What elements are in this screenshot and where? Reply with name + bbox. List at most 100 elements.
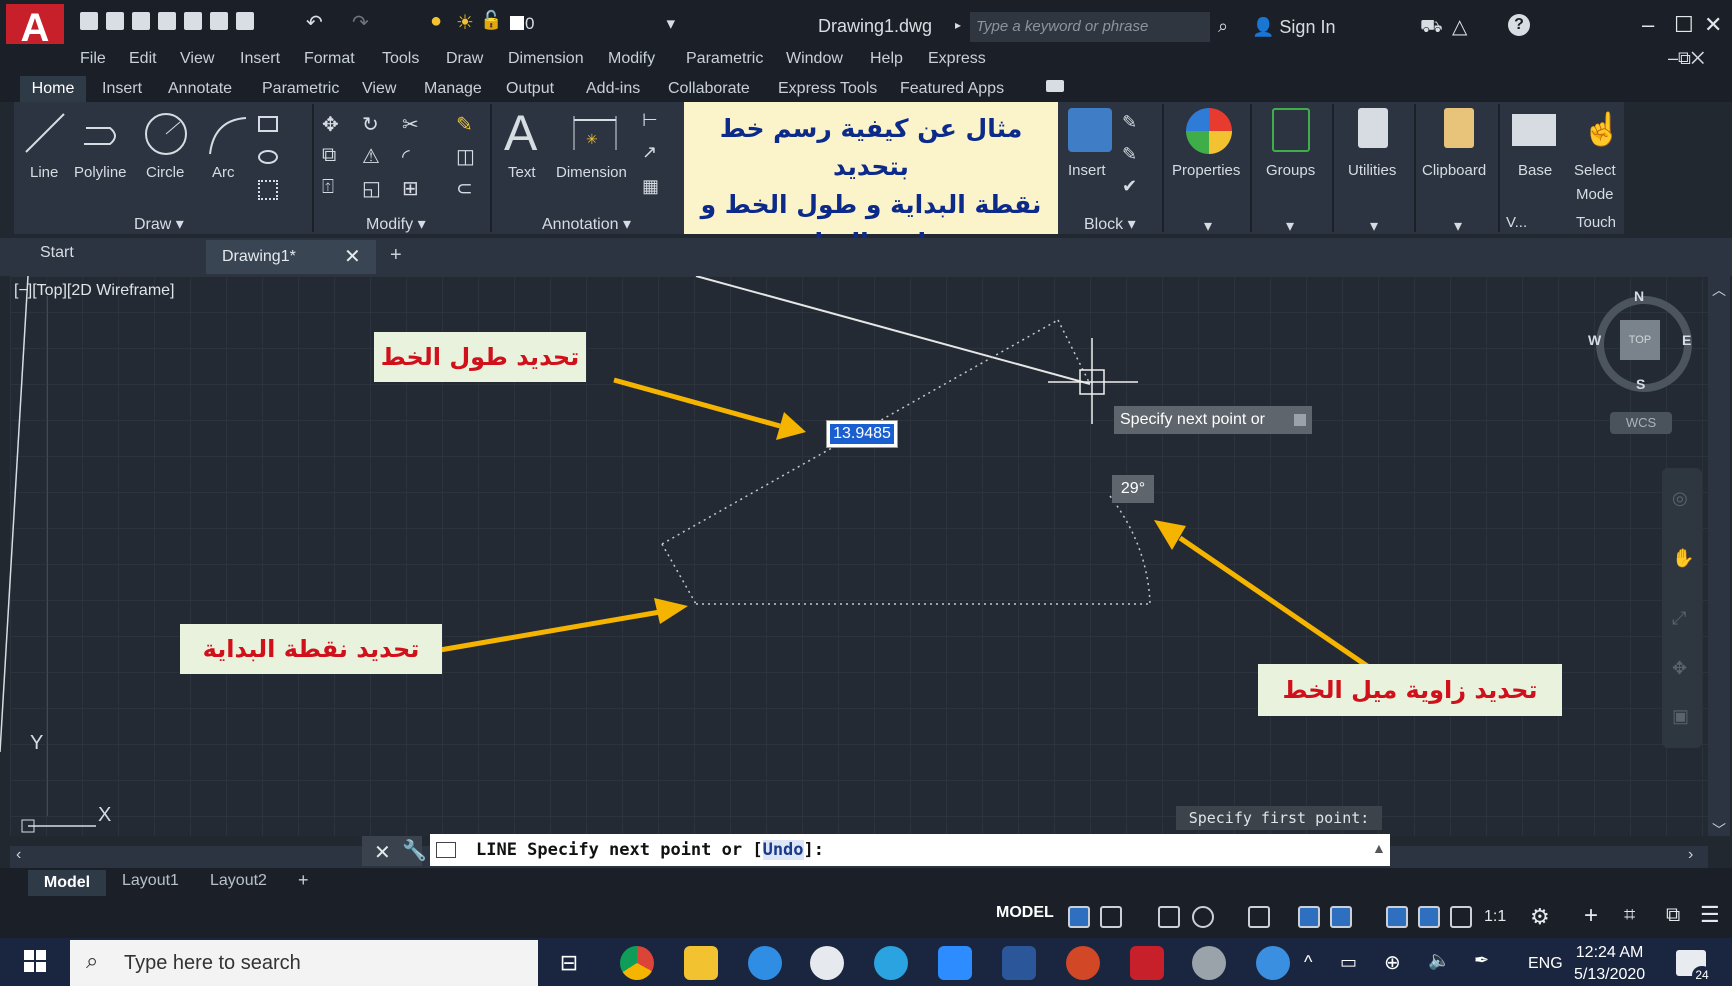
showmotion-icon[interactable]: ▣ [1672,706,1689,727]
menu-draw[interactable]: Draw [446,50,483,68]
save-as-icon[interactable] [158,12,176,30]
photos-icon[interactable] [810,946,844,980]
menu-tools[interactable]: Tools [382,50,419,68]
binoculars-icon[interactable]: ⌕ [1218,16,1228,37]
minimize-icon[interactable]: – [1642,12,1654,38]
hatch-icon[interactable] [258,180,278,200]
stretch-icon[interactable]: ⍐ [322,176,334,199]
units-icon[interactable]: ⌗ [1624,904,1635,927]
attribute-icon[interactable]: ✔ [1122,176,1137,197]
array-icon[interactable]: ⊞ [402,176,419,201]
menu-help[interactable]: Help [870,50,903,68]
command-history-icon[interactable]: ▲ [1372,840,1386,856]
compass-north[interactable]: N [1634,288,1644,304]
annotation-monitor-icon[interactable]: + [1584,902,1598,930]
dynamic-length-input[interactable]: 13.9485 [826,420,898,448]
new-tab-icon[interactable]: + [390,244,402,267]
close-icon[interactable]: ✕ [1704,12,1722,38]
new-layout-icon[interactable]: + [298,870,309,891]
select-mode-icon[interactable]: ☝ [1582,110,1622,148]
vertical-scrollbar[interactable] [1708,276,1730,836]
orbit-icon[interactable]: ✥ [1672,658,1687,679]
task-view-icon[interactable]: ⊟ [552,946,586,980]
scroll-right-icon[interactable]: › [1688,846,1693,864]
fillet-icon[interactable]: ◜ [402,144,410,169]
grid-icon[interactable] [1068,906,1090,928]
menu-view[interactable]: View [180,50,214,68]
customize-wrench-icon[interactable]: 🔧 [402,838,427,863]
save-icon[interactable] [132,12,150,30]
compass-east[interactable]: E [1682,332,1691,348]
menu-window[interactable]: Window [786,50,843,68]
layer-dropdown[interactable]: 0 ▾ [525,14,675,34]
maximize-icon[interactable]: ☐ [1674,12,1694,38]
properties-icon[interactable] [1186,108,1232,154]
ortho-icon[interactable] [1158,906,1180,928]
polar-icon[interactable] [1192,906,1214,928]
chevron-down-icon[interactable]: ▾ [1370,216,1378,236]
tab-start[interactable]: Start [40,244,74,262]
trim-icon[interactable]: ✂ [402,112,419,137]
utilities-tool-label[interactable]: Utilities [1348,162,1396,179]
view-cube[interactable]: TOP N S E W [1588,288,1692,392]
pan-icon[interactable]: ✋ [1672,548,1694,569]
menu-parametric[interactable]: Parametric [686,50,763,68]
annotation-panel-title[interactable]: Annotation ▾ [542,214,631,234]
restore-icon[interactable]: –⧉✕ [1668,48,1705,69]
tab-manage[interactable]: Manage [424,80,482,98]
base-view-icon[interactable] [1512,114,1556,146]
circle-icon[interactable] [142,110,190,158]
pencil-icon[interactable]: ✎ [456,112,473,137]
tab-view[interactable]: View [362,80,396,98]
mirror-icon[interactable]: ⚠ [362,144,380,169]
properties-tool-label[interactable]: Properties [1172,162,1240,179]
offset-icon[interactable]: ⊂ [456,176,473,201]
linear-dim-icon[interactable]: ⊢ [642,110,658,131]
tab-home[interactable]: Home [20,76,86,102]
clipboard-icon[interactable] [1444,108,1474,148]
lock-icon[interactable]: 🔓 [480,10,502,31]
redo-icon[interactable]: ↷ [352,10,369,35]
rotate-icon[interactable]: ↻ [362,112,379,137]
menu-dimension[interactable]: Dimension [508,50,584,68]
sign-in-button[interactable]: 👤 Sign In [1252,17,1335,38]
undo-icon[interactable]: ↶ [306,10,323,35]
wcs-menu[interactable]: WCS [1610,412,1672,434]
compass-south[interactable]: S [1636,376,1645,392]
edit-block-icon[interactable]: ✎ [1122,144,1137,165]
scale-icon[interactable]: ◱ [362,176,381,201]
taskbar-search-input[interactable]: Type here to search [70,940,538,986]
new-icon[interactable] [80,12,98,30]
steering-wheel-icon[interactable]: ◎ [1672,488,1688,509]
select-label[interactable]: Select [1574,162,1616,179]
workspace-gear-icon[interactable]: ⚙ [1530,904,1550,930]
move-icon[interactable]: ✥ [322,112,339,137]
text-icon[interactable]: A [504,104,537,162]
insert-tool-label[interactable]: Insert [1068,162,1106,179]
search-input[interactable]: Type a keyword or phrase [970,12,1210,42]
menu-file[interactable]: File [80,50,106,68]
chevron-down-icon[interactable]: ▾ [1454,216,1462,236]
menu-modify[interactable]: Modify [608,50,655,68]
tab-layout2[interactable]: Layout2 [210,872,267,890]
sun-icon[interactable]: ☀ [456,10,474,35]
clock[interactable]: 12:24 AM 5/13/2020 [1574,942,1645,986]
tab-layout1[interactable]: Layout1 [122,872,179,890]
leader-icon[interactable]: ↗ [642,142,657,163]
polyline-icon[interactable] [80,114,124,154]
tab-drawing1[interactable]: Drawing1* ✕ [206,240,376,274]
view-top-face[interactable]: TOP [1620,320,1660,360]
dimension-tool-label[interactable]: Dimension [556,164,627,181]
down-arrow-icon[interactable] [1294,414,1306,426]
erase-icon[interactable]: ◫ [456,144,475,169]
clean-screen-icon[interactable]: ⧉ [1666,904,1680,927]
base-tool-label[interactable]: Base [1518,162,1552,179]
tab-model[interactable]: Model [28,870,106,896]
chrome-icon[interactable] [620,946,654,980]
model-space-button[interactable]: MODEL [996,904,1054,922]
tab-output[interactable]: Output [506,80,554,98]
language-indicator[interactable]: ENG [1528,955,1563,973]
zoom-icon[interactable]: ⤢ [1672,608,1686,629]
groups-icon[interactable] [1272,108,1310,152]
network-icon[interactable]: ⊕ [1384,950,1401,975]
